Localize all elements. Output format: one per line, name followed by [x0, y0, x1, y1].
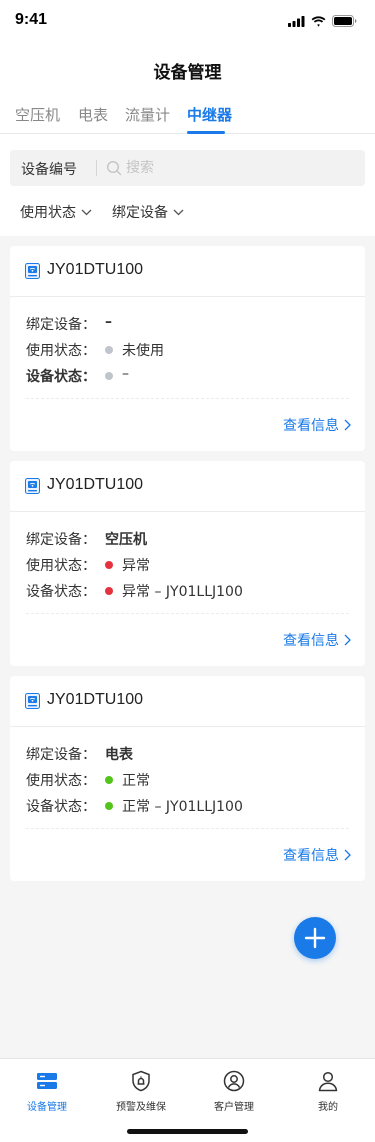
card-title: JY01DTU100 [47, 691, 144, 708]
status-time: 9:41 [15, 11, 48, 28]
tabbar-label: 设备管理 [27, 1102, 67, 1113]
wifi-icon [311, 15, 326, 27]
view-info-link[interactable]: 查看信息 [283, 415, 351, 435]
customer-icon [223, 1070, 245, 1092]
bound-device-value: 空压机 [105, 532, 147, 548]
chevron-down-icon [81, 209, 92, 215]
view-info-link[interactable]: 查看信息 [283, 845, 351, 865]
card-header: JY01DTU100 [10, 676, 365, 727]
tab-flow-meter[interactable]: 流量计 [125, 104, 170, 134]
tabbar-item-customer-management[interactable]: 客户管理 [194, 1069, 274, 1113]
usage-status-label: 使用状态： [26, 343, 96, 359]
status-bar: 9:41 [0, 0, 375, 44]
status-dot-error [105, 587, 113, 595]
bound-device-label: 绑定设备： [26, 317, 96, 333]
active-tab-indicator [187, 131, 225, 134]
filter-bound-device[interactable]: 绑定设备 [112, 202, 184, 222]
tab-repeater[interactable]: 中继器 [187, 104, 232, 134]
status-dot-normal [105, 776, 113, 784]
home-indicator [127, 1129, 248, 1134]
filter-bound-device-label: 绑定设备 [112, 205, 168, 221]
chevron-right-icon [344, 849, 351, 861]
status-icons [288, 14, 357, 28]
card-divider [26, 613, 349, 614]
card-divider [26, 828, 349, 829]
profile-icon [318, 1071, 338, 1092]
tabbar-label: 我的 [318, 1102, 338, 1113]
device-status-value: 正常 – JY01LLJ100 [122, 799, 243, 815]
card-divider [26, 398, 349, 399]
tab-air-compressor[interactable]: 空压机 [15, 104, 60, 134]
signal-icon [288, 15, 305, 27]
bound-device-value: 电表 [105, 747, 133, 763]
bound-device-label: 绑定设备： [26, 532, 96, 548]
usage-status-value: 未使用 [122, 343, 164, 359]
chevron-down-icon [173, 209, 184, 215]
tabbar-label: 客户管理 [214, 1102, 254, 1113]
device-card: JY01DTU100 绑定设备： 电表 使用状态： 正常 设备状态： 正常 – … [10, 676, 365, 881]
page-title: 设备管理 [153, 63, 222, 83]
device-status-value: 异常 – JY01LLJ100 [122, 584, 243, 600]
status-dot-idle [105, 346, 113, 354]
status-dot-error [105, 561, 113, 569]
card-header: JY01DTU100 [10, 461, 365, 512]
search-input[interactable] [126, 158, 346, 178]
repeater-device-icon [25, 693, 40, 709]
device-card: JY01DTU100 绑定设备： 空压机 使用状态： 异常 设备状态： 异常 –… [10, 461, 365, 666]
view-info-link[interactable]: 查看信息 [283, 630, 351, 650]
view-info-label: 查看信息 [283, 633, 339, 649]
filter-usage-status[interactable]: 使用状态 [20, 202, 92, 222]
tabbar-label: 预警及维保 [116, 1102, 166, 1113]
usage-status-value: 正常 [122, 773, 150, 789]
device-status-label: 设备状态： [26, 584, 96, 600]
status-dot-idle [105, 372, 113, 380]
plus-icon [304, 927, 326, 949]
battery-icon [332, 15, 357, 27]
tabbar-item-device-management[interactable]: 设备管理 [7, 1069, 87, 1113]
device-status-label: 设备状态： [26, 799, 96, 815]
device-status-value: – [122, 366, 129, 382]
device-status-label: 设备状态： [26, 369, 96, 385]
tabbar-item-alerts-maintenance[interactable]: 预警及维保 [101, 1069, 181, 1113]
alert-shield-icon [132, 1070, 150, 1092]
device-management-icon [37, 1073, 57, 1089]
chevron-right-icon [344, 634, 351, 646]
device-card: JY01DTU100 绑定设备： – 使用状态： 未使用 设备状态： – 查看信… [10, 246, 365, 451]
search-divider [96, 160, 97, 176]
repeater-device-icon [25, 263, 40, 279]
view-info-label: 查看信息 [283, 848, 339, 864]
card-header: JY01DTU100 [10, 246, 365, 297]
search-field-label[interactable]: 设备编号 [21, 159, 77, 179]
status-dot-normal [105, 802, 113, 810]
search-bar: 设备编号 [10, 150, 365, 186]
usage-status-value: 异常 [122, 558, 150, 574]
tabbar-item-profile[interactable]: 我的 [288, 1069, 368, 1113]
card-title: JY01DTU100 [47, 261, 144, 278]
usage-status-label: 使用状态： [26, 558, 96, 574]
chevron-right-icon [344, 419, 351, 431]
tab-electric-meter[interactable]: 电表 [78, 104, 108, 134]
card-title: JY01DTU100 [47, 476, 144, 493]
view-info-label: 查看信息 [283, 418, 339, 434]
search-icon [106, 160, 122, 176]
bound-device-value: – [105, 314, 112, 330]
usage-status-label: 使用状态： [26, 773, 96, 789]
add-device-button[interactable] [294, 917, 336, 959]
bound-device-label: 绑定设备： [26, 747, 96, 763]
category-tabs: 空压机 电表 流量计 中继器 [0, 98, 375, 134]
repeater-device-icon [25, 478, 40, 494]
filter-usage-status-label: 使用状态 [20, 205, 76, 221]
